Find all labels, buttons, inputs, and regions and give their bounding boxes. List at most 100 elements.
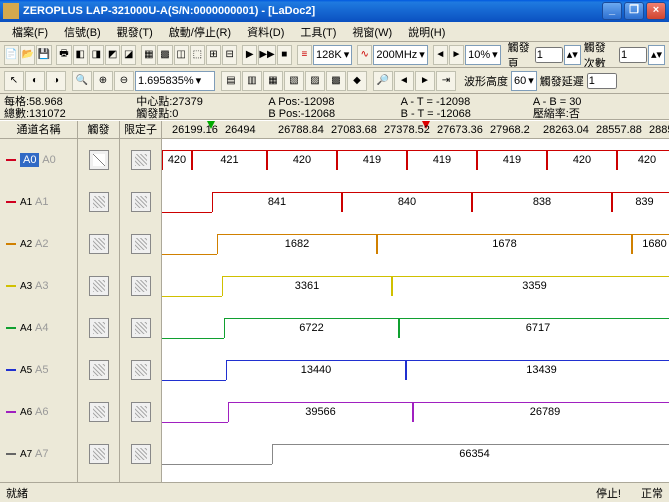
delay-input[interactable] xyxy=(587,73,617,89)
filter-cell[interactable] xyxy=(120,265,161,307)
nav-icon[interactable]: ▥ xyxy=(242,71,262,91)
channel-row[interactable]: A0 A0 xyxy=(0,139,77,181)
tool-icon[interactable]: ⊞ xyxy=(206,45,221,65)
pct-next-icon[interactable]: ► xyxy=(449,45,464,65)
waveform-row: 841840838839 xyxy=(162,181,669,223)
freq-combo[interactable]: 200MHz▾ xyxy=(373,45,428,65)
tool-icon[interactable]: ◐ xyxy=(25,71,45,91)
channel-row[interactable]: A1 A1 xyxy=(0,181,77,223)
wave-segment: 838 xyxy=(472,192,612,212)
ruler-tick: 28263.04 xyxy=(543,124,589,136)
trigger-cell[interactable] xyxy=(78,433,119,475)
minimize-button[interactable]: _ xyxy=(602,2,622,20)
nav-icon[interactable]: ▧ xyxy=(284,71,304,91)
channel-color-icon xyxy=(6,201,16,203)
open-icon[interactable]: 📂 xyxy=(20,45,35,65)
info-comp: 壓縮率:否 xyxy=(533,108,665,120)
zoomin-icon[interactable]: ⊕ xyxy=(93,71,113,91)
new-icon[interactable]: 📄 xyxy=(4,45,19,65)
tool-icon[interactable]: ⊟ xyxy=(222,45,237,65)
nav-icon[interactable]: ▦ xyxy=(263,71,283,91)
trigger-cell[interactable] xyxy=(78,265,119,307)
menu-item[interactable]: 信號(B) xyxy=(56,22,109,42)
zoomout-icon[interactable]: ⊖ xyxy=(114,71,134,91)
filter-cell[interactable] xyxy=(120,349,161,391)
height-combo[interactable]: 60▾ xyxy=(511,71,537,91)
scale-combo[interactable]: 1.695835%▾ xyxy=(135,71,215,91)
cursor-icon[interactable]: ↖ xyxy=(4,71,24,91)
channel-row[interactable]: A6 A6 xyxy=(0,391,77,433)
menu-item[interactable]: 工具(T) xyxy=(292,22,344,42)
tool-icon[interactable]: ▦ xyxy=(141,45,156,65)
filter-cell[interactable] xyxy=(120,475,161,482)
filter-cell[interactable] xyxy=(120,433,161,475)
filter-cell[interactable] xyxy=(120,181,161,223)
tool-icon[interactable]: ◩ xyxy=(105,45,120,65)
tool-icon[interactable]: ◧ xyxy=(73,45,88,65)
channel-row[interactable]: A7 A7 xyxy=(0,433,77,475)
channel-row[interactable]: A5 A5 xyxy=(0,349,77,391)
waveform-panel[interactable]: 26199.162649426788.8427083.6827378.52276… xyxy=(162,121,669,482)
trigcnt-input[interactable] xyxy=(619,47,647,63)
channel-name: A3 A3 xyxy=(20,280,48,292)
filter-cell[interactable] xyxy=(120,391,161,433)
next-icon[interactable]: ► xyxy=(415,71,435,91)
channel-row[interactable]: A4 A4 xyxy=(0,307,77,349)
tool-icon[interactable]: ◪ xyxy=(121,45,136,65)
channel-row[interactable]: A2 A2 xyxy=(0,223,77,265)
filter-cell[interactable] xyxy=(120,307,161,349)
info-total: 總數:131072 xyxy=(4,108,136,120)
trigger-cell[interactable] xyxy=(78,139,119,181)
menu-item[interactable]: 視窗(W) xyxy=(344,22,400,42)
prev-icon[interactable]: ◄ xyxy=(394,71,414,91)
wave-segment: 420 xyxy=(267,150,337,170)
ff-icon[interactable]: ▶▶ xyxy=(258,45,275,65)
trigcnt-spin[interactable]: ▴▾ xyxy=(648,45,665,65)
wave-segment xyxy=(162,338,224,339)
channel-row[interactable]: A3 A3 xyxy=(0,265,77,307)
nav-icon[interactable]: ▨ xyxy=(305,71,325,91)
play-icon[interactable]: ▶ xyxy=(242,45,257,65)
menu-item[interactable]: 說明(H) xyxy=(400,22,453,42)
pct-prev-icon[interactable]: ◄ xyxy=(433,45,448,65)
pct-combo[interactable]: 10%▾ xyxy=(465,45,501,65)
tool-icon[interactable]: ◫ xyxy=(174,45,189,65)
nav-icon[interactable]: ▤ xyxy=(221,71,241,91)
zoom-icon[interactable]: 🔍 xyxy=(72,71,92,91)
depth-combo[interactable]: 128K▾ xyxy=(313,45,352,65)
filter-cell[interactable] xyxy=(120,139,161,181)
filter-cell[interactable] xyxy=(120,223,161,265)
trigger-cell[interactable] xyxy=(78,391,119,433)
menu-item[interactable]: 資料(D) xyxy=(239,22,292,42)
trigpage-spin[interactable]: ▴▾ xyxy=(564,45,581,65)
tool-icon[interactable]: ◑ xyxy=(46,71,66,91)
find-icon[interactable]: 🔎 xyxy=(373,71,393,91)
close-button[interactable]: × xyxy=(646,2,666,20)
tool-icon[interactable]: ◨ xyxy=(89,45,104,65)
goto-icon[interactable]: ⇥ xyxy=(436,71,456,91)
maximize-button[interactable]: ❐ xyxy=(624,2,644,20)
ruler-tick: 28557.88 xyxy=(596,124,642,136)
ruler-tick: 26788.84 xyxy=(278,124,324,136)
tool-icon[interactable]: ▩ xyxy=(157,45,172,65)
stop-icon[interactable]: ■ xyxy=(277,45,292,65)
print-icon[interactable]: 🖶 xyxy=(56,45,71,65)
save-icon[interactable]: 💾 xyxy=(36,45,51,65)
trigpage-input[interactable] xyxy=(535,47,563,63)
wave-segment: 419 xyxy=(407,150,477,170)
trigger-cell[interactable] xyxy=(78,181,119,223)
menu-item[interactable]: 啟動/停止(R) xyxy=(161,22,239,42)
trigger-cell[interactable] xyxy=(78,349,119,391)
nav-icon[interactable]: ▩ xyxy=(326,71,346,91)
trigger-cell[interactable] xyxy=(78,475,119,482)
trigger-cell[interactable] xyxy=(78,307,119,349)
status-text: 就緒 xyxy=(6,485,28,501)
menu-item[interactable]: 觀發(T) xyxy=(109,22,161,42)
trigger-cell[interactable] xyxy=(78,223,119,265)
menu-item[interactable]: 檔案(F) xyxy=(4,22,56,42)
nav-icon[interactable]: ◆ xyxy=(347,71,367,91)
tool-icon[interactable]: ⬚ xyxy=(190,45,205,65)
info-center: 中心點:27379 xyxy=(136,96,268,108)
channel-row[interactable]: B0 B0 xyxy=(0,475,77,482)
ruler-tick: 27378.52 xyxy=(384,124,430,136)
